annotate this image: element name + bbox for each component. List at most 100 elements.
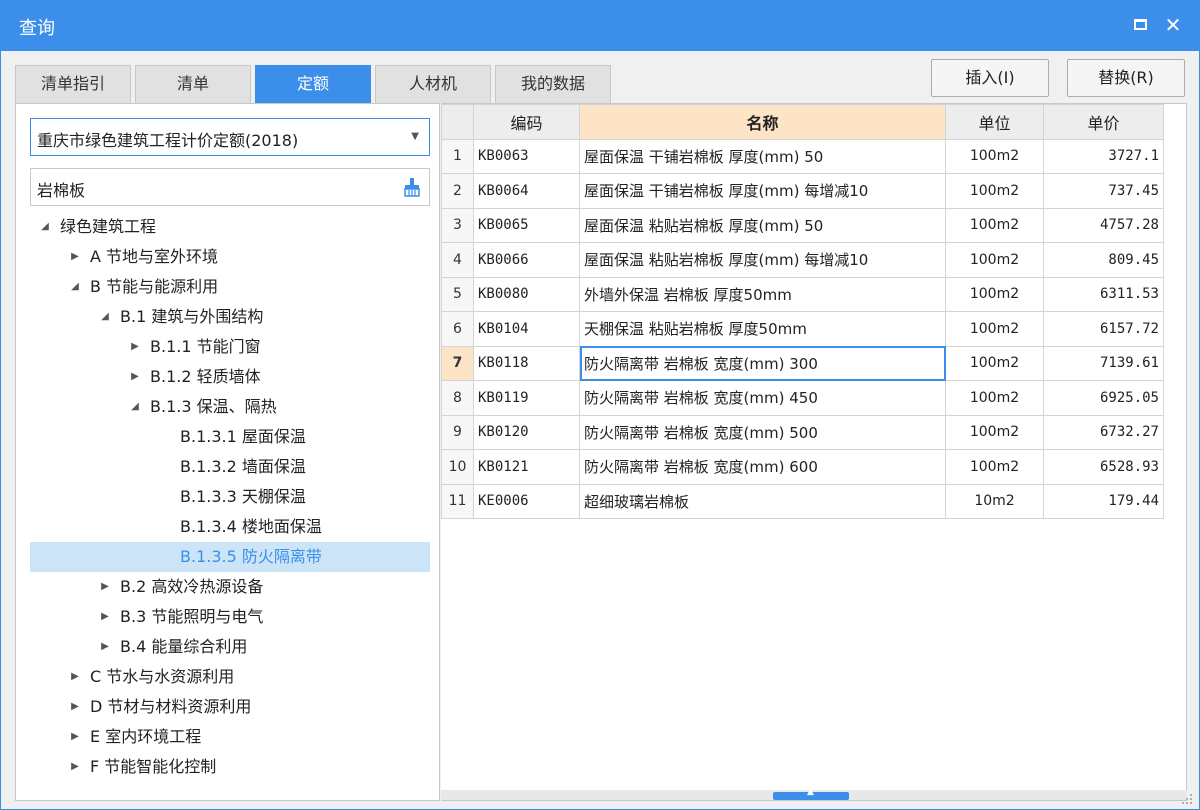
row-number[interactable]: 1 <box>441 138 474 174</box>
cell-code[interactable]: KB0065 <box>473 207 580 243</box>
caret-collapsed-icon[interactable]: ▶ <box>98 572 112 602</box>
row-number[interactable]: 5 <box>441 276 474 312</box>
replace-button[interactable]: 替换(R) <box>1067 59 1185 97</box>
tree-node[interactable]: ▶ D 节材与材料资源利用 <box>30 692 430 722</box>
cell-name[interactable]: 屋面保温 干铺岩棉板 厚度(mm) 每增减10 <box>579 173 946 209</box>
row-number[interactable]: 8 <box>441 380 474 416</box>
cell-name[interactable]: 屋面保温 粘贴岩棉板 厚度(mm) 50 <box>579 207 946 243</box>
caret-collapsed-icon[interactable]: ▶ <box>128 362 142 392</box>
tree-node[interactable]: ◢ B.1.3 保温、隔热 <box>30 392 430 422</box>
cell-code[interactable]: KB0121 <box>473 449 580 485</box>
cell-name[interactable]: 屋面保温 粘贴岩棉板 厚度(mm) 每增减10 <box>579 242 946 278</box>
cell-code[interactable]: KB0066 <box>473 242 580 278</box>
caret-expanded-icon[interactable]: ◢ <box>38 212 52 242</box>
caret-collapsed-icon[interactable]: ▶ <box>68 722 82 752</box>
cell-price[interactable]: 6925.05 <box>1043 380 1164 416</box>
cell-price[interactable]: 6157.72 <box>1043 311 1164 347</box>
row-number[interactable]: 7 <box>441 345 474 381</box>
cell-code[interactable]: KE0006 <box>473 483 580 519</box>
cell-unit[interactable]: 100m2 <box>945 207 1044 243</box>
tree-node[interactable]: B.1.3.5 防火隔离带 <box>30 542 430 572</box>
horizontal-scrollbar[interactable]: ▲ <box>441 787 1187 800</box>
cell-unit[interactable]: 100m2 <box>945 345 1044 381</box>
row-number[interactable]: 9 <box>441 414 474 450</box>
table-row[interactable]: 5 KB0080 外墙外保温 岩棉板 厚度50mm 100m2 6311.53 <box>441 276 1164 312</box>
table-row[interactable]: 4 KB0066 屋面保温 粘贴岩棉板 厚度(mm) 每增减10 100m2 809.4… <box>441 242 1164 278</box>
cell-unit[interactable]: 100m2 <box>945 242 1044 278</box>
cell-name[interactable]: 防火隔离带 岩棉板 宽度(mm) 300 <box>579 345 946 381</box>
column-header-price[interactable]: 单价 <box>1043 104 1164 140</box>
cell-price[interactable]: 6732.27 <box>1043 414 1164 450</box>
cell-name[interactable]: 防火隔离带 岩棉板 宽度(mm) 600 <box>579 449 946 485</box>
table-row[interactable]: 11 KE0006 超细玻璃岩棉板 10m2 179.44 <box>441 483 1164 519</box>
maximize-button[interactable] <box>1129 13 1153 37</box>
column-header-name[interactable]: 名称 <box>579 104 946 140</box>
caret-collapsed-icon[interactable]: ▶ <box>98 632 112 662</box>
cell-price[interactable]: 809.45 <box>1043 242 1164 278</box>
cell-unit[interactable]: 100m2 <box>945 173 1044 209</box>
tree-node[interactable]: ▶ B.1.2 轻质墙体 <box>30 362 430 392</box>
caret-collapsed-icon[interactable]: ▶ <box>68 242 82 272</box>
caret-expanded-icon[interactable]: ◢ <box>98 302 112 332</box>
caret-collapsed-icon[interactable]: ▶ <box>68 662 82 692</box>
tree-node[interactable]: ▶ C 节水与水资源利用 <box>30 662 430 692</box>
tree-node[interactable]: ▶ B.1.1 节能门窗 <box>30 332 430 362</box>
tab-labor-material-machine[interactable]: 人材机 <box>375 65 491 103</box>
cell-unit[interactable]: 100m2 <box>945 311 1044 347</box>
cell-name[interactable]: 防火隔离带 岩棉板 宽度(mm) 500 <box>579 414 946 450</box>
caret-collapsed-icon[interactable]: ▶ <box>68 692 82 722</box>
tab-bill[interactable]: 清单 <box>135 65 251 103</box>
caret-expanded-icon[interactable]: ◢ <box>68 272 82 302</box>
cell-price[interactable]: 6528.93 <box>1043 449 1164 485</box>
table-row[interactable]: 3 KB0065 屋面保温 粘贴岩棉板 厚度(mm) 50 100m2 4757.28 <box>441 207 1164 243</box>
cell-name[interactable]: 超细玻璃岩棉板 <box>579 483 946 519</box>
tree-node[interactable]: B.1.3.2 墙面保温 <box>30 452 430 482</box>
table-row[interactable]: 1 KB0063 屋面保温 干铺岩棉板 厚度(mm) 50 100m2 3727.1 <box>441 138 1164 174</box>
table-row[interactable]: 2 KB0064 屋面保温 干铺岩棉板 厚度(mm) 每增减10 100m2 737.4… <box>441 173 1164 209</box>
cell-code[interactable]: KB0118 <box>473 345 580 381</box>
cell-unit[interactable]: 100m2 <box>945 449 1044 485</box>
cell-unit[interactable]: 10m2 <box>945 483 1044 519</box>
row-number[interactable]: 10 <box>441 449 474 485</box>
title-bar[interactable]: 查询 ✕ <box>1 1 1199 51</box>
cell-name[interactable]: 防火隔离带 岩棉板 宽度(mm) 450 <box>579 380 946 416</box>
tree-node[interactable]: B.1.3.1 屋面保温 <box>30 422 430 452</box>
cell-code[interactable]: KB0063 <box>473 138 580 174</box>
table-row[interactable]: 6 KB0104 天棚保温 粘贴岩棉板 厚度50mm 100m2 6157.72 <box>441 311 1164 347</box>
tab-quota[interactable]: 定额 <box>255 65 371 103</box>
cell-name[interactable]: 屋面保温 干铺岩棉板 厚度(mm) 50 <box>579 138 946 174</box>
row-number[interactable]: 6 <box>441 311 474 347</box>
cell-code[interactable]: KB0119 <box>473 380 580 416</box>
search-input[interactable]: 岩棉板 <box>30 168 430 206</box>
cell-unit[interactable]: 100m2 <box>945 380 1044 416</box>
table-row[interactable]: 9 KB0120 防火隔离带 岩棉板 宽度(mm) 500 100m2 6732.27 <box>441 414 1164 450</box>
tree-node[interactable]: ▶ B.4 能量综合利用 <box>30 632 430 662</box>
cell-code[interactable]: KB0080 <box>473 276 580 312</box>
tab-my-data[interactable]: 我的数据 <box>495 65 611 103</box>
tree-node[interactable]: ◢ B 节能与能源利用 <box>30 272 430 302</box>
cell-price[interactable]: 3727.1 <box>1043 138 1164 174</box>
scrollbar-thumb[interactable]: ▲ <box>773 787 849 800</box>
tree-node[interactable]: B.1.3.3 天棚保温 <box>30 482 430 512</box>
cell-unit[interactable]: 100m2 <box>945 276 1044 312</box>
cell-price[interactable]: 7139.61 <box>1043 345 1164 381</box>
tree-node[interactable]: B.1.3.4 楼地面保温 <box>30 512 430 542</box>
row-number[interactable]: 11 <box>441 483 474 519</box>
cell-price[interactable]: 6311.53 <box>1043 276 1164 312</box>
tree-node[interactable]: ◢ 绿色建筑工程 <box>30 212 430 242</box>
tab-bill-guide[interactable]: 清单指引 <box>15 65 131 103</box>
table-row[interactable]: 10 KB0121 防火隔离带 岩棉板 宽度(mm) 600 100m2 6528.93 <box>441 449 1164 485</box>
cell-name[interactable]: 外墙外保温 岩棉板 厚度50mm <box>579 276 946 312</box>
tree-node[interactable]: ▶ B.3 节能照明与电气 <box>30 602 430 632</box>
row-number[interactable]: 3 <box>441 207 474 243</box>
table-row[interactable]: 7 KB0118 防火隔离带 岩棉板 宽度(mm) 300 100m2 7139.61 <box>441 345 1164 381</box>
cell-name[interactable]: 天棚保温 粘贴岩棉板 厚度50mm <box>579 311 946 347</box>
resize-grip-icon[interactable] <box>1181 793 1193 805</box>
table-row[interactable]: 8 KB0119 防火隔离带 岩棉板 宽度(mm) 450 100m2 6925.05 <box>441 380 1164 416</box>
caret-collapsed-icon[interactable]: ▶ <box>68 752 82 782</box>
tree-node[interactable]: ▶ A 节地与室外环境 <box>30 242 430 272</box>
cell-price[interactable]: 179.44 <box>1043 483 1164 519</box>
quota-library-select[interactable]: 重庆市绿色建筑工程计价定额(2018) ▼ <box>30 118 430 156</box>
column-header-code[interactable]: 编码 <box>473 104 580 140</box>
cell-code[interactable]: KB0064 <box>473 173 580 209</box>
